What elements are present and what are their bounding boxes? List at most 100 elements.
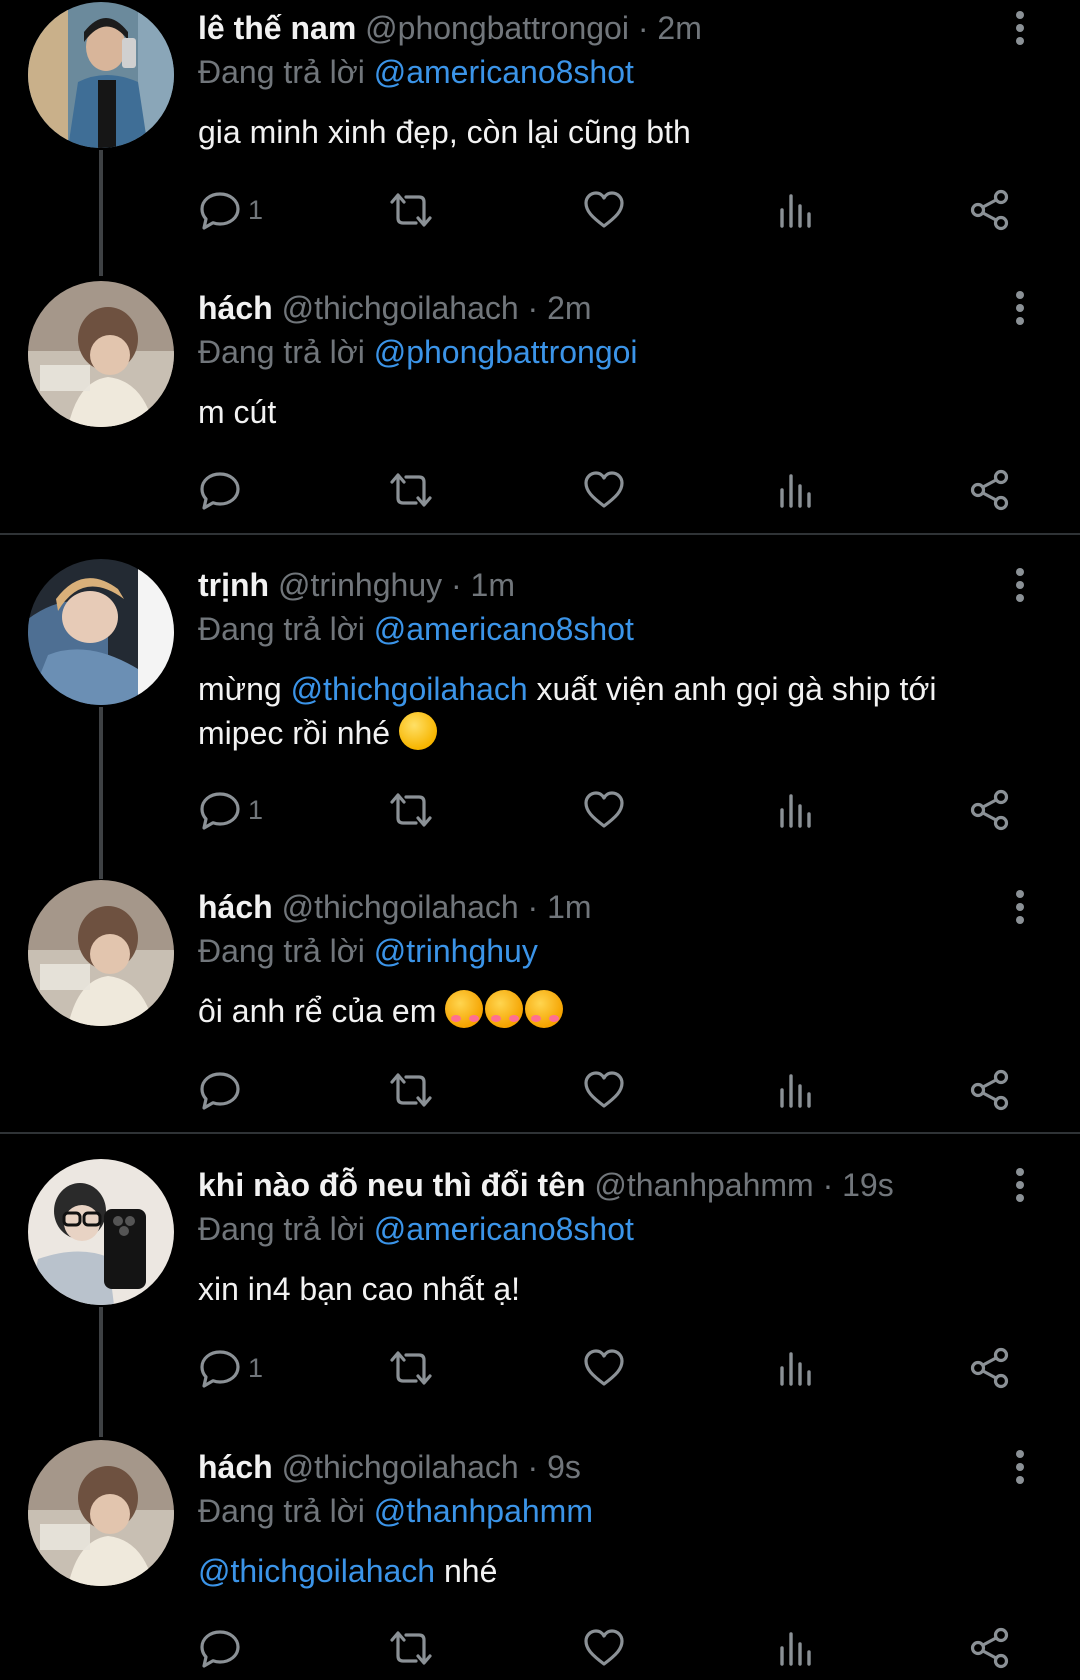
retweet-button[interactable]	[386, 185, 436, 235]
display-name[interactable]: hách	[198, 889, 273, 925]
like-button[interactable]	[582, 1343, 626, 1393]
retweet-button[interactable]	[386, 465, 436, 515]
more-icon[interactable]	[1008, 8, 1032, 48]
reply-button[interactable]	[198, 1065, 248, 1115]
like-button[interactable]	[582, 1623, 626, 1673]
smiling-face-with-hearts-emoji-icon	[485, 990, 524, 1028]
reply-button[interactable]: 1	[198, 185, 263, 235]
timestamp[interactable]: · 9s	[528, 1449, 581, 1485]
retweet-button[interactable]	[386, 1343, 436, 1393]
more-icon[interactable]	[1008, 887, 1032, 927]
timestamp[interactable]: · 1m	[451, 567, 515, 603]
tweet-text: @thichgoilahach nhé	[198, 1549, 1018, 1593]
handle[interactable]: @thanhpahmm	[594, 1167, 813, 1203]
share-icon	[970, 469, 1009, 511]
more-icon[interactable]	[1008, 1165, 1032, 1205]
replying-to-mention[interactable]: @americano8shot	[374, 54, 634, 90]
timestamp[interactable]: · 19s	[823, 1167, 894, 1203]
more-icon[interactable]	[1008, 565, 1032, 605]
share-icon	[970, 789, 1009, 831]
handle[interactable]: @phongbattrongoi	[365, 10, 629, 46]
share-button[interactable]	[968, 465, 1012, 515]
tweet-text: gia minh xinh đẹp, còn lại cũng bth	[198, 110, 1018, 154]
views-button[interactable]	[778, 785, 814, 835]
handle[interactable]: @trinhghuy	[278, 567, 442, 603]
timestamp[interactable]: · 1m	[528, 889, 592, 925]
tweet[interactable]: khi nào đỗ neu thì đổi tên @thanhpahmm ·…	[0, 1157, 1080, 1437]
timestamp[interactable]: · 2m	[638, 10, 702, 46]
retweet-icon	[390, 1073, 432, 1107]
share-button[interactable]	[968, 1065, 1012, 1115]
replying-to: Đang trả lời @thanhpahmm	[198, 1491, 593, 1531]
like-icon	[584, 1629, 624, 1666]
tweet-text-content: xin in4 bạn cao nhất ạ!	[198, 1271, 521, 1307]
replying-to-label: Đang trả lời	[198, 54, 365, 90]
like-button[interactable]	[582, 1065, 626, 1115]
avatar[interactable]	[28, 2, 174, 148]
share-button[interactable]	[968, 785, 1012, 835]
share-button[interactable]	[968, 185, 1012, 235]
handle[interactable]: @thichgoilahach	[282, 889, 519, 925]
replying-to-mention[interactable]: @phongbattrongoi	[374, 334, 638, 370]
more-icon[interactable]	[1008, 1447, 1032, 1487]
reply-icon	[200, 472, 240, 510]
handle[interactable]: @thichgoilahach	[282, 1449, 519, 1485]
retweet-button[interactable]	[386, 785, 436, 835]
reply-button[interactable]: 1	[198, 785, 263, 835]
retweet-button[interactable]	[386, 1623, 436, 1673]
replying-to-mention[interactable]: @americano8shot	[374, 1211, 634, 1247]
display-name[interactable]: hách	[198, 1449, 273, 1485]
views-button[interactable]	[778, 1343, 814, 1393]
wink-emoji-icon	[398, 712, 437, 750]
reply-count: 1	[248, 1353, 264, 1383]
timestamp[interactable]: · 2m	[528, 290, 592, 326]
replying-to-mention[interactable]: @thanhpahmm	[374, 1493, 593, 1529]
share-button[interactable]	[968, 1623, 1012, 1673]
tweet[interactable]: hách @thichgoilahach · 9s Đang trả lời @…	[0, 1437, 1080, 1680]
reply-button[interactable]: 1	[198, 1343, 263, 1393]
thread-line	[99, 150, 103, 276]
avatar[interactable]	[28, 281, 174, 427]
reply-count: 1	[248, 195, 264, 225]
share-icon	[970, 1627, 1009, 1669]
tweet-text-line2: mipec rồi nhé	[198, 715, 391, 751]
replying-to-label: Đang trả lời	[198, 611, 365, 647]
display-name[interactable]: trịnh	[198, 567, 269, 603]
retweet-button[interactable]	[386, 1065, 436, 1115]
more-icon[interactable]	[1008, 288, 1032, 328]
views-icon	[780, 1352, 811, 1386]
reply-icon	[200, 1350, 240, 1388]
like-icon	[584, 1071, 624, 1108]
replying-to: Đang trả lời @americano8shot	[198, 1209, 634, 1249]
replying-to-mention[interactable]: @americano8shot	[374, 611, 634, 647]
tweet[interactable]: hách @thichgoilahach · 2m Đang trả lời @…	[0, 270, 1080, 534]
reply-button[interactable]	[198, 465, 248, 515]
display-name[interactable]: lê thế nam	[198, 10, 356, 46]
reply-icon	[200, 192, 240, 230]
retweet-icon	[390, 1631, 432, 1665]
tweet[interactable]: lê thế nam @phongbattrongoi · 2m Đang tr…	[0, 0, 1080, 276]
avatar[interactable]	[28, 880, 174, 1026]
tweet[interactable]: hách @thichgoilahach · 1m Đang trả lời @…	[0, 877, 1080, 1133]
tweet-mention[interactable]: @thichgoilahach	[198, 1553, 435, 1589]
like-button[interactable]	[582, 785, 626, 835]
share-button[interactable]	[968, 1343, 1012, 1393]
like-button[interactable]	[582, 185, 626, 235]
handle[interactable]: @thichgoilahach	[282, 290, 519, 326]
tweet[interactable]: trịnh @trinhghuy · 1m Đang trả lời @amer…	[0, 557, 1080, 879]
views-button[interactable]	[778, 465, 814, 515]
views-button[interactable]	[778, 1623, 814, 1673]
views-button[interactable]	[778, 1065, 814, 1115]
replying-to-mention[interactable]: @trinhghuy	[374, 933, 538, 969]
avatar[interactable]	[28, 559, 174, 705]
avatar[interactable]	[28, 1159, 174, 1305]
replying-to-label: Đang trả lời	[198, 1493, 365, 1529]
avatar[interactable]	[28, 1440, 174, 1586]
tweet-mention[interactable]: @thichgoilahach	[291, 671, 528, 707]
reply-button[interactable]	[198, 1623, 248, 1673]
tweet-header: hách @thichgoilahach · 1m	[198, 887, 592, 927]
display-name[interactable]: hách	[198, 290, 273, 326]
views-button[interactable]	[778, 185, 814, 235]
like-button[interactable]	[582, 465, 626, 515]
display-name[interactable]: khi nào đỗ neu thì đổi tên	[198, 1167, 586, 1203]
